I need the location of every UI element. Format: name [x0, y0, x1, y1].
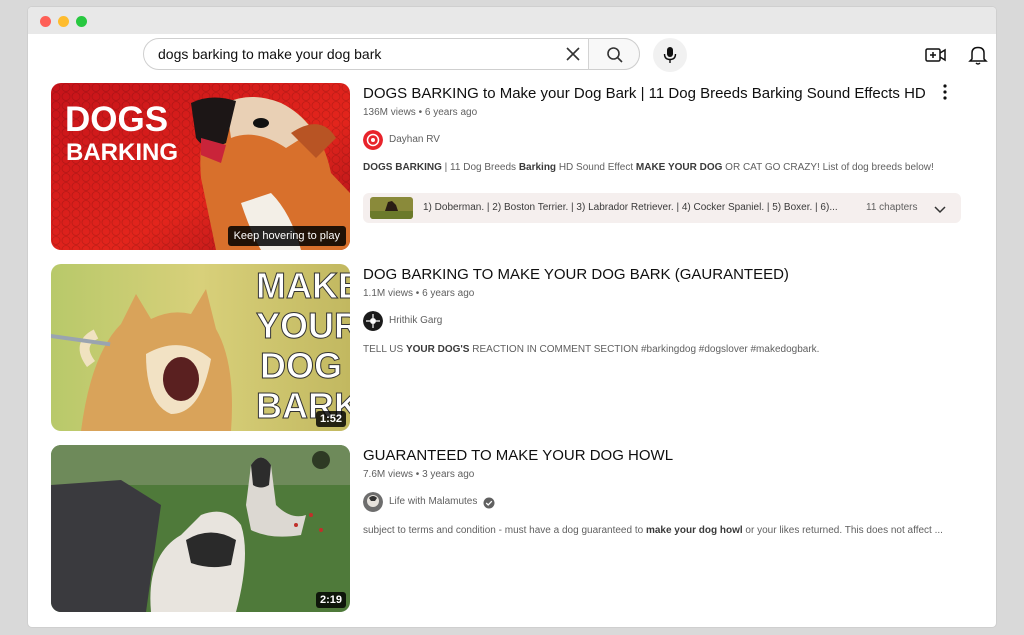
- thumbnail-caption-line: YOUR: [256, 305, 351, 346]
- browser-window: DOGS BARKING Keep hovering to play DOGS …: [28, 7, 996, 627]
- chapters-count: 11 chapters: [866, 202, 918, 213]
- more-vertical-icon: [943, 84, 947, 100]
- verified-check-icon: [483, 497, 495, 509]
- video-camera-plus-icon: [925, 48, 946, 62]
- meta-separator: •: [413, 288, 423, 299]
- create-button[interactable]: [925, 45, 947, 65]
- minimize-window-button[interactable]: [58, 16, 69, 27]
- search-button[interactable]: [588, 38, 640, 70]
- meta-separator: •: [415, 107, 425, 118]
- video-title[interactable]: DOG BARKING TO MAKE YOUR DOG BARK (GAURA…: [363, 266, 789, 283]
- search-box: [143, 38, 640, 70]
- meta-separator: •: [413, 469, 423, 480]
- desc-text: HD Sound Effect: [556, 162, 636, 173]
- notifications-button[interactable]: [968, 44, 988, 66]
- video-thumbnail[interactable]: 2:19: [51, 445, 350, 612]
- desc-text: REACTION IN COMMENT SECTION #barkingdog …: [469, 344, 820, 355]
- verified-badge: [483, 496, 495, 514]
- clear-search-button[interactable]: [564, 45, 582, 63]
- video-meta: 1.1M views • 6 years ago: [363, 288, 474, 299]
- desc-text: TELL US: [363, 344, 406, 355]
- channel-name[interactable]: Dayhan RV: [389, 134, 440, 145]
- video-title[interactable]: DOGS BARKING to Make your Dog Bark | 11 …: [363, 85, 926, 102]
- video-description: subject to terms and condition - must ha…: [363, 525, 943, 536]
- view-count: 1.1M views: [363, 288, 414, 299]
- desc-highlight: make your dog howl: [645, 525, 743, 536]
- channel-avatar[interactable]: [363, 130, 383, 150]
- thumbnail-caption-line: MAKE: [256, 265, 351, 306]
- more-actions-button[interactable]: [937, 83, 953, 101]
- desc-highlight: YOUR DOG'S: [405, 344, 470, 355]
- desc-text: | 11 Dog Breeds: [441, 162, 519, 173]
- video-thumbnail[interactable]: MAKE YOUR DOG BARK 1:52: [51, 264, 350, 431]
- video-duration: 2:19: [315, 592, 346, 608]
- video-duration: 1:52: [315, 411, 346, 427]
- title-bar: [28, 7, 996, 34]
- upload-age: 6 years ago: [422, 288, 475, 299]
- video-title[interactable]: GUARANTEED TO MAKE YOUR DOG HOWL: [363, 447, 673, 464]
- thumbnail-caption: DOGS: [65, 100, 169, 139]
- video-meta: 136M views • 6 years ago: [363, 107, 477, 118]
- desc-text: OR CAT GO CRAZY! List of dog breeds belo…: [722, 162, 934, 173]
- view-count: 136M views: [363, 107, 416, 118]
- video-thumbnail[interactable]: DOGS BARKING Keep hovering to play: [51, 83, 350, 250]
- thumbnail-caption: MAKE YOUR DOG BARK: [256, 265, 351, 426]
- channel-name[interactable]: Hrithik Garg: [389, 315, 442, 326]
- thumbnail-caption: BARKING: [66, 139, 178, 166]
- chapter-thumbnail: [370, 197, 413, 219]
- thumbnail-caption-line: DOG: [259, 345, 342, 386]
- channel-avatar[interactable]: [363, 311, 383, 331]
- view-count: 7.6M views: [363, 469, 414, 480]
- channel-name[interactable]: Life with Malamutes: [389, 496, 477, 507]
- search-input[interactable]: [158, 39, 558, 69]
- video-description: DOGS BARKING | 11 Dog Breeds Barking HD …: [363, 162, 934, 173]
- chevron-down-icon: [934, 206, 946, 214]
- video-description: TELL US YOUR DOG'S REACTION IN COMMENT S…: [363, 344, 819, 355]
- expand-chapters-button[interactable]: [934, 202, 946, 220]
- desc-highlight: MAKE YOUR DOG: [635, 162, 723, 173]
- desc-highlight: Barking: [518, 162, 557, 173]
- chapters-list: 1) Doberman. | 2) Boston Terrier. | 3) L…: [423, 202, 838, 213]
- close-window-button[interactable]: [40, 16, 51, 27]
- voice-search-button[interactable]: [653, 38, 687, 72]
- zoom-window-button[interactable]: [76, 16, 87, 27]
- upload-age: 6 years ago: [424, 107, 478, 118]
- desc-text: or your likes returned. This does not af…: [742, 525, 943, 536]
- chapters-bar[interactable]: 1) Doberman. | 2) Boston Terrier. | 3) L…: [363, 193, 961, 223]
- video-meta: 7.6M views • 3 years ago: [363, 469, 474, 480]
- channel-avatar[interactable]: [363, 492, 383, 512]
- desc-text: subject to terms and condition - must ha…: [363, 525, 646, 536]
- bell-icon: [968, 46, 988, 65]
- microphone-icon: [663, 47, 677, 63]
- hover-hint: Keep hovering to play: [227, 226, 346, 246]
- upload-age: 3 years ago: [422, 469, 475, 480]
- search-icon: [607, 47, 623, 63]
- thumbnail-image: [51, 445, 350, 612]
- desc-highlight: DOGS BARKING: [363, 162, 442, 173]
- close-icon: [566, 47, 580, 61]
